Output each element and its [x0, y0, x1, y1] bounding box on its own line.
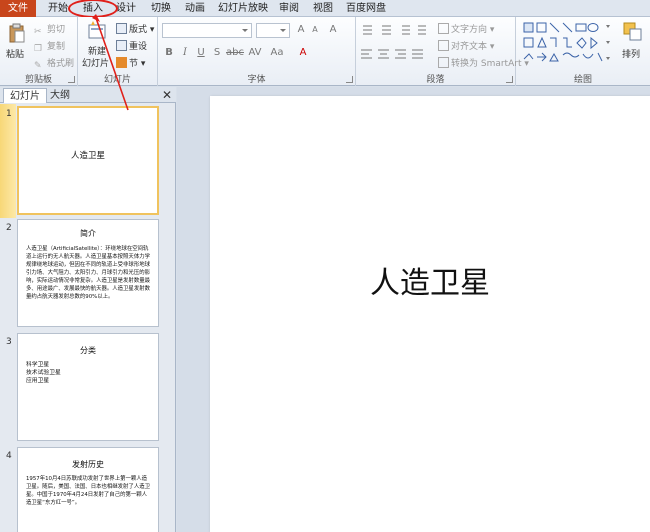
font-name-combo[interactable] [162, 23, 252, 38]
copy-label: 复制 [47, 42, 66, 52]
change-case-icon[interactable]: Aa [270, 47, 284, 58]
reset-button[interactable]: 重设 [116, 39, 147, 52]
slides-panel: 幻灯片 大纲 ✕ 1 人造卫星 2 简介 人造卫星（ArtificialSate… [0, 87, 176, 532]
reset-label: 重设 [129, 42, 148, 52]
paragraph-group-label: 段落 [426, 75, 445, 85]
paragraph-launcher-icon[interactable] [506, 76, 513, 83]
section-icon [116, 57, 127, 68]
font-launcher-icon[interactable] [346, 76, 353, 83]
slide-thumbnail-3[interactable]: 分类 科学卫星 技术试验卫星 应用卫星 [17, 333, 159, 441]
slide-title-text[interactable]: 人造卫星 [210, 258, 650, 302]
slide-thumbnail-1[interactable]: 人造卫星 [17, 106, 159, 215]
shadow-icon[interactable]: S [210, 47, 224, 58]
new-slide-icon[interactable] [87, 20, 107, 42]
arrange-button[interactable]: 排列 [622, 47, 640, 60]
paragraph-group: 文字方向 ▾ 对齐文本 ▾ 转换为 SmartArt ▾ 段落 [356, 17, 529, 86]
slide-editing-area: 人造卫星 [177, 87, 650, 532]
insert-tab-highlight-ring [68, 0, 118, 18]
cut-label: 剪切 [47, 25, 66, 35]
slides-group: 新建 幻灯片 版式 ▾ 重设 节 ▾ 幻灯片 [78, 17, 158, 86]
paste-icon[interactable] [8, 23, 26, 43]
thumbnail-body: 科学卫星 技术试验卫星 应用卫星 [26, 362, 61, 384]
font-size-combo[interactable] [256, 23, 290, 38]
thumbnail-title: 分类 [80, 346, 96, 355]
section-button[interactable]: 节 ▾ [116, 56, 145, 69]
tab-slides[interactable]: 幻灯片 [3, 88, 47, 103]
tab-transitions[interactable]: 切换 [146, 0, 176, 17]
cut-button[interactable]: ✂ 剪切 [34, 22, 65, 38]
close-icon[interactable]: ✕ [162, 88, 172, 102]
text-direction-label: 文字方向 [451, 25, 488, 35]
tab-baidu-netdisk[interactable]: 百度网盘 [342, 0, 390, 17]
arrange-icon[interactable] [622, 21, 644, 43]
copy-icon: ❐ [34, 44, 43, 54]
panel-tab-bar: 幻灯片 大纲 ✕ [0, 87, 176, 103]
slide-number: 3 [6, 337, 12, 347]
layout-button[interactable]: 版式 ▾ [116, 22, 154, 35]
text-direction-icon [438, 23, 449, 34]
tab-view[interactable]: 视图 [308, 0, 338, 17]
tab-slideshow[interactable]: 幻灯片放映 [216, 0, 270, 17]
tab-animations[interactable]: 动画 [180, 0, 210, 17]
thumbnail-title: 简介 [80, 229, 96, 238]
format-painter-label: 格式刷 [47, 59, 75, 69]
clear-format-icon[interactable]: A [326, 24, 340, 35]
strikethrough-icon[interactable]: abc [226, 47, 244, 58]
clipboard-group-label: 剪贴板 [24, 75, 52, 85]
align-text-icon [438, 40, 449, 51]
align-buttons-icon[interactable] [360, 48, 434, 60]
thumbnail-body: 人造卫星（ArtificialSatellite）：环绕地球在空间轨道上运行的无… [26, 246, 150, 300]
ribbon: 粘贴 ✂ 剪切 ❐ 复制 ✎ 格式刷 剪贴板 新建 幻灯片 版式 ▾ 重设 节 ▾ 幻… [0, 17, 650, 86]
shrink-font-icon[interactable]: A [308, 25, 322, 34]
smartart-icon [438, 57, 449, 68]
tab-file[interactable]: 文件 [0, 0, 36, 17]
clipboard-launcher-icon[interactable] [68, 76, 75, 83]
bold-icon[interactable]: B [162, 47, 176, 58]
clipboard-group: 粘贴 ✂ 剪切 ❐ 复制 ✎ 格式刷 剪贴板 [0, 17, 78, 86]
smartart-label: 转换为 SmartArt [451, 59, 522, 69]
align-text-button[interactable]: 对齐文本 ▾ [438, 39, 494, 52]
slide-thumbnail-2[interactable]: 简介 人造卫星（ArtificialSatellite）：环绕地球在空间轨道上运… [17, 219, 159, 327]
scissors-icon: ✂ [34, 27, 42, 37]
brush-icon: ✎ [34, 61, 42, 71]
list-buttons-icon[interactable] [360, 24, 434, 36]
slide-number: 1 [6, 109, 12, 119]
copy-button[interactable]: ❐ 复制 [34, 39, 65, 55]
underline-icon[interactable]: U [194, 47, 208, 58]
ribbon-tab-bar: 文件 开始 插入 设计 切换 动画 幻灯片放映 审阅 视图 百度网盘 [0, 0, 650, 18]
reset-icon [116, 40, 127, 51]
font-color-icon[interactable]: A [296, 47, 310, 58]
selected-slide-highlight [0, 104, 16, 218]
thumbnail-title: 人造卫星 [70, 151, 105, 161]
char-spacing-icon[interactable]: AV [248, 47, 262, 58]
thumbnail-body: 1957年10月4日苏联成功发射了世界上第一颗人造卫星。随后，美国、法国、日本也… [26, 476, 150, 506]
drawing-group: 排列 绘图 [516, 17, 650, 86]
tab-outline[interactable]: 大纲 [44, 88, 76, 103]
slide-number: 4 [6, 451, 12, 461]
grow-font-icon[interactable]: A [294, 24, 308, 35]
slide-thumbnail-4[interactable]: 发射历史 1957年10月4日苏联成功发射了世界上第一颗人造卫星。随后，美国、法… [17, 447, 159, 532]
drawing-group-label: 绘图 [573, 75, 592, 85]
new-slide-label-2[interactable]: 幻灯片 [82, 56, 109, 69]
shapes-gallery-icon[interactable] [522, 21, 614, 67]
current-slide-canvas[interactable]: 人造卫星 [210, 96, 650, 532]
format-painter-button[interactable]: ✎ 格式刷 [34, 56, 74, 72]
align-text-label: 对齐文本 [451, 42, 488, 52]
tab-review[interactable]: 审阅 [274, 0, 304, 17]
slide-number: 2 [6, 223, 12, 233]
slides-group-label: 幻灯片 [103, 75, 131, 85]
italic-icon[interactable]: I [178, 47, 192, 58]
font-group-label: 字体 [247, 75, 266, 85]
section-label: 节 [129, 59, 139, 69]
text-direction-button[interactable]: 文字方向 ▾ [438, 22, 494, 35]
thumbnail-title: 发射历史 [72, 460, 104, 469]
font-group: A A A B I U S abc AV Aa A 字体 [158, 17, 356, 86]
paste-button[interactable]: 粘贴 [6, 47, 24, 60]
layout-icon [116, 23, 127, 34]
layout-label: 版式 [129, 25, 148, 35]
